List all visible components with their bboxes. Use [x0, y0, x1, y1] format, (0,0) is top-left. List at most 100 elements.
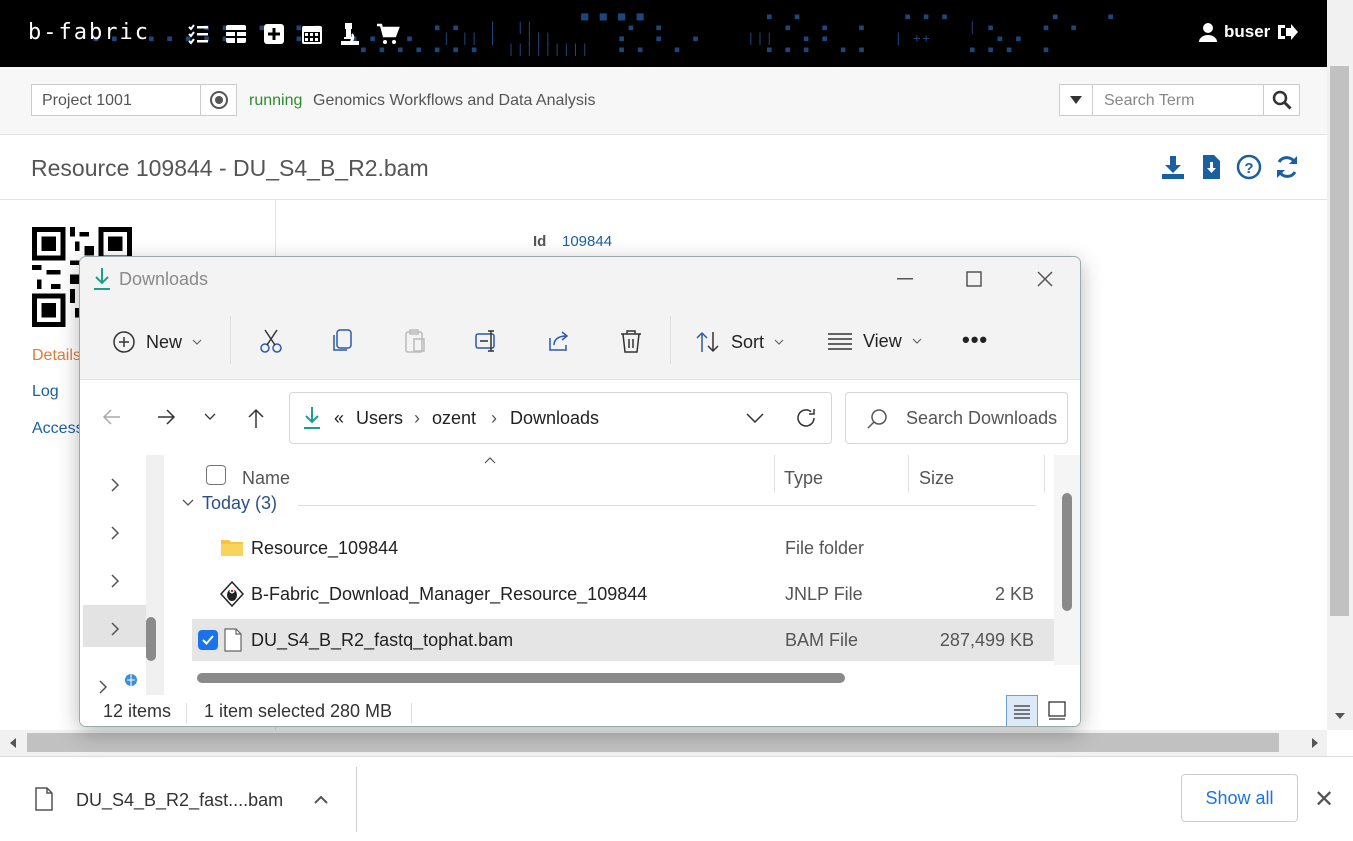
file-type: BAM File	[785, 630, 859, 650]
address-bar[interactable]: « Users › ozent › Downloads	[289, 392, 832, 444]
plus-square-icon[interactable]	[262, 22, 286, 46]
file-row[interactable]: Resource_109844 File folder	[192, 527, 1054, 569]
file-download-icon[interactable]	[1198, 154, 1224, 180]
sort-button[interactable]: Sort	[695, 330, 784, 354]
close-download-bar-button[interactable]: ✕	[1314, 785, 1334, 814]
caret-down-icon	[1070, 96, 1082, 104]
up-arrow-icon[interactable]	[246, 407, 266, 429]
search-scope-dropdown[interactable]	[1059, 84, 1093, 116]
copy-icon[interactable]	[330, 328, 356, 354]
chevron-up-icon[interactable]	[313, 793, 329, 805]
chevron-right-icon[interactable]	[110, 477, 120, 493]
download-icon[interactable]	[1160, 154, 1186, 180]
back-arrow-icon	[102, 409, 120, 425]
cut-icon[interactable]	[258, 328, 284, 354]
chevron-right-icon[interactable]	[110, 525, 120, 541]
group-header-today[interactable]: Today (3)	[178, 493, 1044, 525]
download-item-filename[interactable]: DU_S4_B_R2_fast....bam	[76, 790, 283, 811]
b-fabric-logo[interactable]: b-fabric	[28, 20, 150, 45]
maximize-button[interactable]	[951, 263, 997, 295]
column-divider[interactable]	[1044, 455, 1045, 493]
tasks-icon[interactable]	[186, 22, 210, 46]
select-all-checkbox[interactable]	[206, 465, 226, 485]
refresh-icon[interactable]	[795, 407, 817, 429]
tiles-view-icon	[1048, 701, 1066, 720]
scroll-left-arrow-icon[interactable]	[8, 736, 18, 750]
svg-text:?: ?	[1244, 160, 1253, 177]
column-type-header[interactable]: Type	[784, 468, 823, 489]
project-select-button[interactable]	[201, 84, 237, 116]
search-icon	[1272, 90, 1292, 110]
column-name-header[interactable]: Name	[242, 468, 290, 489]
log-link[interactable]: Log	[32, 383, 59, 401]
user-icon	[1199, 23, 1217, 42]
table-icon[interactable]	[224, 22, 248, 46]
explorer-titlebar[interactable]: Downloads	[80, 257, 1080, 302]
search-button[interactable]	[1263, 84, 1300, 116]
page-header: Resource 109844 - DU_S4_B_R2.bam ?	[0, 135, 1327, 200]
file-size: 2 KB	[994, 584, 1034, 604]
microscope-icon[interactable]	[338, 22, 362, 46]
scroll-down-arrow-icon[interactable]	[1333, 711, 1347, 721]
breadcrumb-users[interactable]: Users	[356, 408, 403, 429]
new-label: New	[146, 331, 183, 352]
selection-size: 280 MB	[330, 701, 393, 721]
file-row-selected[interactable]: DU_S4_B_R2_fastq_tophat.bam BAM File 287…	[192, 619, 1054, 661]
column-size-header[interactable]: Size	[919, 468, 954, 489]
breadcrumb-ozent[interactable]: ozent	[432, 408, 476, 429]
chevron-down-icon	[192, 339, 202, 345]
cart-icon[interactable]	[376, 22, 400, 46]
user-menu[interactable]: buser	[1198, 22, 1299, 42]
project-input[interactable]: Project 1001	[31, 84, 201, 116]
more-options-button[interactable]: •••	[962, 327, 988, 353]
logout-icon[interactable]	[1276, 22, 1299, 42]
page-vertical-scroll-thumb[interactable]	[1330, 66, 1349, 616]
download-bar-divider	[356, 767, 357, 832]
explorer-search-box[interactable]: Search Downloads	[845, 392, 1068, 444]
column-divider[interactable]	[908, 455, 909, 493]
access-link[interactable]: Access	[32, 420, 84, 438]
tiles-view-button[interactable]	[1042, 695, 1074, 726]
view-button[interactable]: View	[827, 330, 922, 352]
row-checkbox-checked[interactable]	[198, 630, 218, 650]
breadcrumb-downloads[interactable]: Downloads	[510, 408, 599, 429]
plus-circle-icon	[113, 331, 135, 353]
chevron-right-icon[interactable]	[98, 679, 108, 695]
search-input[interactable]: Search Term	[1093, 84, 1264, 116]
share-icon[interactable]	[546, 328, 572, 354]
refresh-icon[interactable]	[1274, 154, 1300, 180]
scroll-right-arrow-icon[interactable]	[1310, 736, 1320, 750]
file-list-horizontal-scroll-thumb[interactable]	[197, 673, 845, 683]
details-view-button[interactable]	[1006, 695, 1038, 726]
page-horizontal-scroll-thumb[interactable]	[27, 733, 1279, 752]
address-dropdown-icon[interactable]	[746, 413, 764, 423]
downloads-icon	[94, 268, 110, 290]
calendar-icon[interactable]	[300, 22, 324, 46]
file-type: File folder	[785, 538, 865, 558]
item-count: 12 items	[103, 701, 172, 721]
project-name: Genomics Workflows and Data Analysis	[313, 92, 596, 109]
recent-locations-chevron-icon[interactable]	[204, 413, 216, 421]
rename-icon[interactable]	[474, 328, 500, 354]
column-divider[interactable]	[774, 455, 775, 493]
chevron-down-icon	[182, 499, 194, 506]
close-window-button[interactable]	[1022, 263, 1068, 295]
nav-pane-scroll-thumb[interactable]	[146, 617, 156, 661]
file-list: Name Type Size Today (3) Resource_109844…	[166, 455, 1080, 695]
minimize-button[interactable]	[882, 263, 928, 295]
delete-icon[interactable]	[618, 328, 644, 354]
status-divider	[411, 703, 412, 723]
chevron-right-icon[interactable]	[110, 573, 120, 589]
show-all-button[interactable]: Show all	[1181, 774, 1298, 822]
file-row[interactable]: B-Fabric_Download_Manager_Resource_10984…	[192, 573, 1054, 615]
details-link[interactable]: Details	[32, 347, 81, 365]
new-button[interactable]: New	[112, 330, 202, 354]
help-icon[interactable]: ?	[1236, 154, 1262, 180]
forward-arrow-icon[interactable]	[156, 407, 176, 427]
breadcrumb-separator-icon: ›	[491, 408, 497, 428]
file-name: DU_S4_B_R2_fastq_tophat.bam	[251, 630, 514, 650]
chevron-right-icon[interactable]	[110, 621, 120, 637]
breadcrumb-overflow[interactable]: «	[334, 408, 344, 429]
file-list-vertical-scroll-thumb[interactable]	[1062, 493, 1072, 611]
nav-pane-scrollbar[interactable]	[146, 455, 164, 695]
